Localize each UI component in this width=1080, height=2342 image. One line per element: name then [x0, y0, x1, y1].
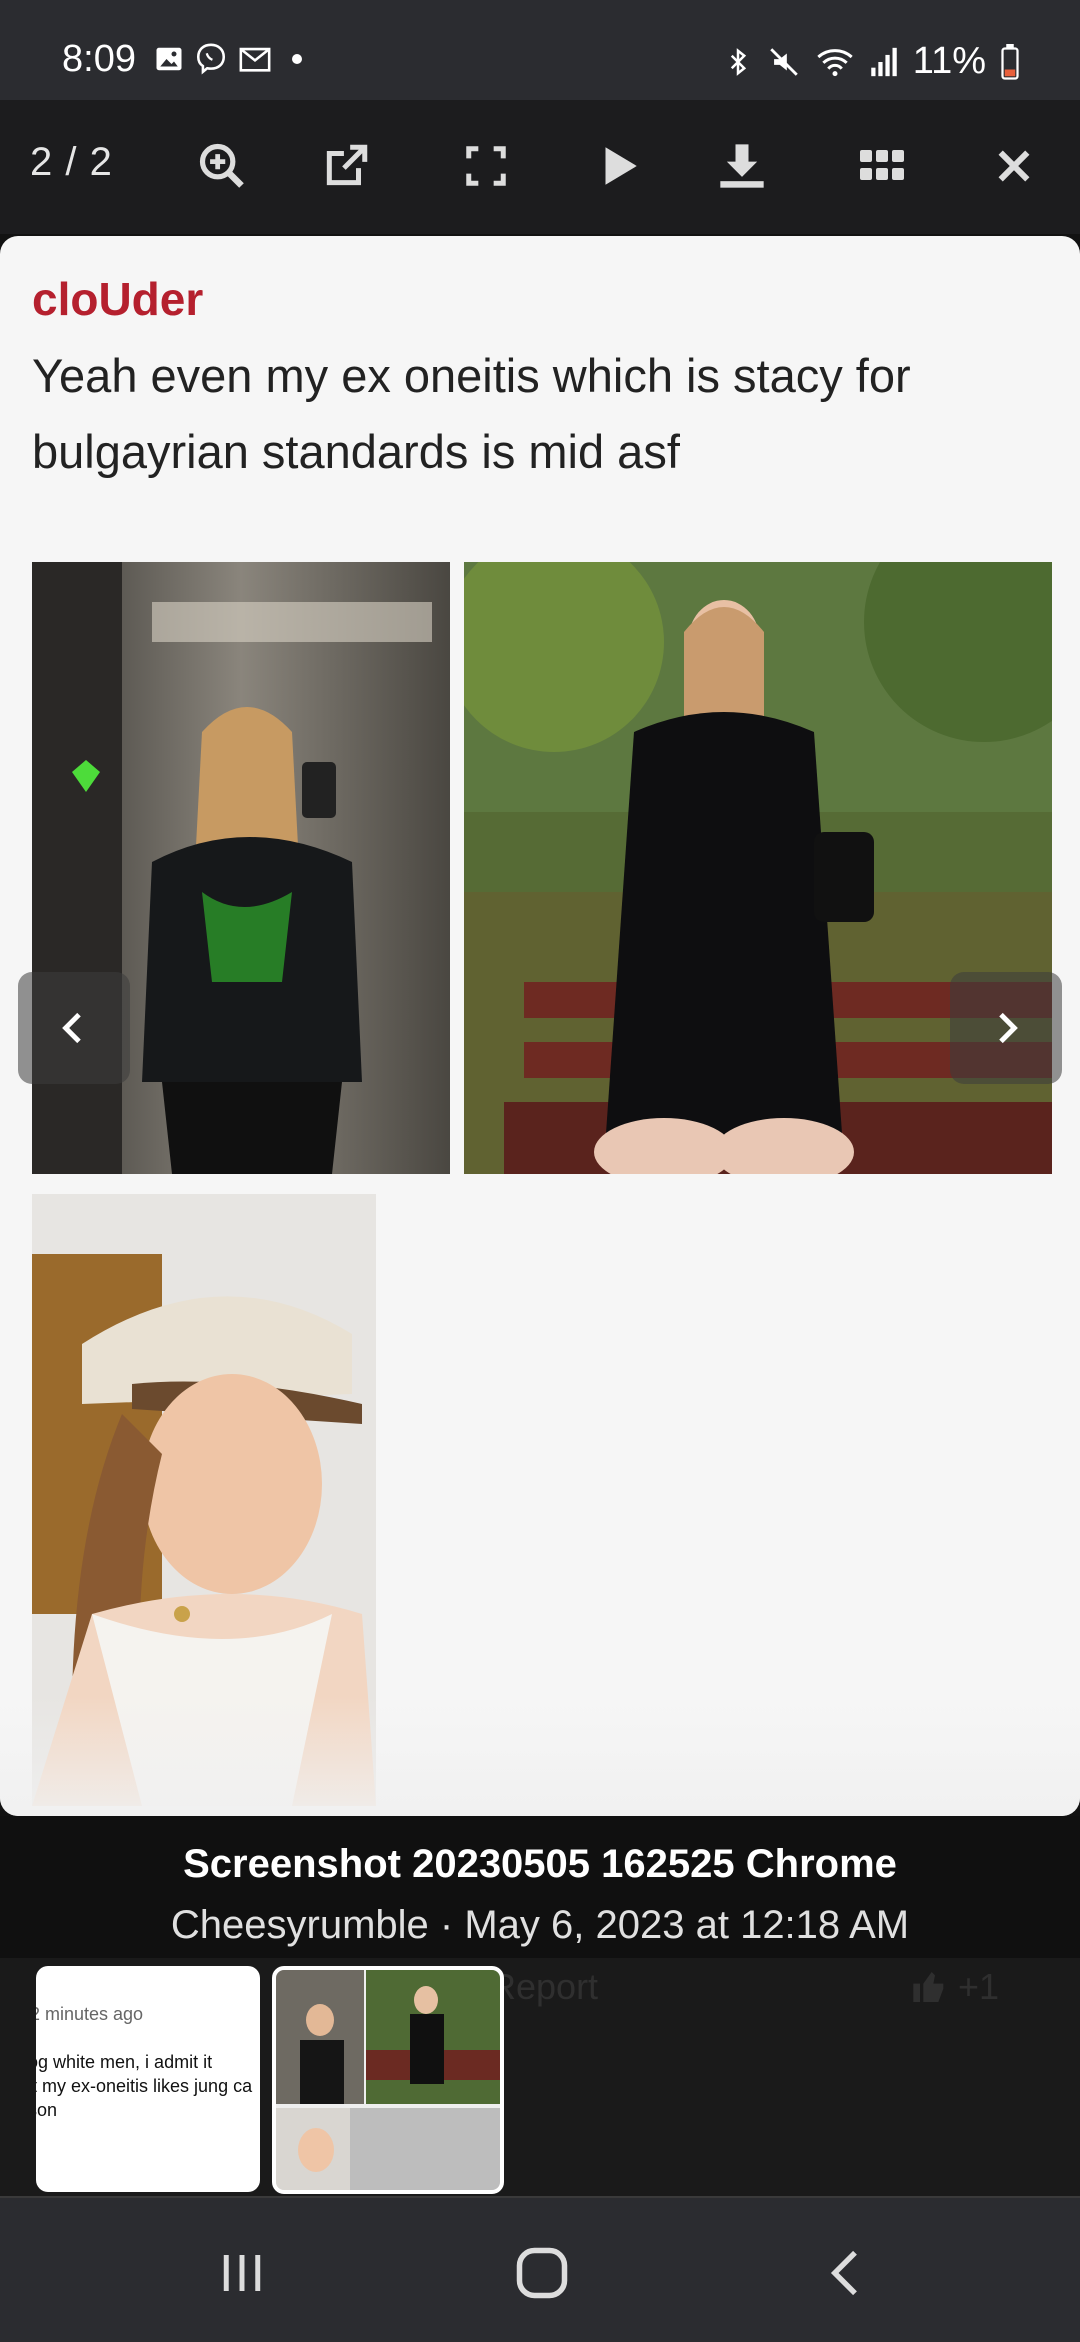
background-report-link: Report [490, 1966, 599, 2007]
open-external-button[interactable] [306, 126, 386, 206]
thumbnail-line-3: son [36, 2100, 58, 2120]
download-icon [720, 144, 764, 188]
thumbnail-line-2: it my ex-oneitis likes jung ca [36, 2076, 253, 2096]
thumbnail-time: 2 minutes ago [36, 2004, 144, 2024]
signal-icon [871, 47, 897, 76]
post-text: Yeah even my ex oneitis which is stacy f… [32, 349, 911, 478]
dot-icon [292, 54, 302, 64]
gallery-icon [156, 47, 182, 71]
thumbnail-2-selected[interactable] [272, 1966, 504, 2194]
thumbnail-strip: Report +1 2 minutes ago og white men, i … [0, 1958, 1080, 2196]
caption-meta: Cheesyrumble · May 6, 2023 at 12:18 AM [170, 1903, 910, 1947]
play-icon [605, 147, 637, 185]
caption-title: Screenshot 20230505 162525 Chrome [183, 1842, 897, 1886]
image-caption: Screenshot 20230505 162525 Chrome Cheesy… [0, 1816, 1080, 1958]
recent-apps-button[interactable] [202, 2238, 282, 2308]
status-bar: 8:09 11% [0, 0, 1080, 100]
home-button[interactable] [502, 2238, 582, 2308]
next-image-button[interactable] [950, 972, 1062, 1084]
zoom-in-icon [199, 143, 244, 188]
thumbnail-1[interactable]: 2 minutes ago og white men, i admit it i… [36, 1966, 260, 2192]
open-external-icon [326, 144, 368, 186]
download-button[interactable] [702, 126, 782, 206]
background-like: +1 [910, 1966, 999, 2008]
bottom-fade [0, 1696, 1080, 1816]
home-icon [516, 2247, 568, 2299]
viewer-toolbar: 2 / 2 [0, 100, 1080, 234]
system-icons: 11% [723, 40, 1020, 83]
fullscreen-icon [466, 146, 506, 186]
wifi-icon [817, 48, 853, 76]
fullscreen-button[interactable] [446, 126, 526, 206]
image-counter: 2 / 2 [30, 140, 113, 184]
back-button[interactable] [806, 2238, 886, 2308]
chevron-left-icon [62, 1012, 81, 1044]
zoom-in-button[interactable] [182, 126, 262, 206]
viber-icon [196, 43, 226, 75]
screenshot-image[interactable]: cloUder Yeah even my ex oneitis which is… [0, 236, 1080, 1816]
notification-icons [154, 42, 312, 76]
system-navigation-bar [0, 2196, 1080, 2342]
battery-icon [1001, 43, 1019, 80]
chevron-right-icon [999, 1012, 1018, 1044]
previous-image-button[interactable] [18, 972, 130, 1084]
status-time: 8:09 [62, 38, 136, 80]
thumbs-up-icon [913, 1972, 944, 2002]
play-slideshow-button[interactable] [578, 126, 658, 206]
post-username: cloUder [32, 273, 204, 325]
grid-view-button[interactable] [842, 126, 922, 206]
bluetooth-icon [730, 47, 746, 76]
close-icon [998, 150, 1030, 182]
like-count: +1 [958, 1966, 1000, 2007]
recent-apps-icon [223, 2255, 261, 2291]
back-icon [830, 2250, 857, 2296]
thumbnail-line-1: og white men, i admit it [36, 2052, 213, 2072]
close-button[interactable] [974, 126, 1054, 206]
battery-percent: 11% [912, 40, 986, 82]
mute-icon [769, 47, 798, 76]
grid-icon [860, 150, 904, 180]
gmail-icon [239, 47, 271, 72]
